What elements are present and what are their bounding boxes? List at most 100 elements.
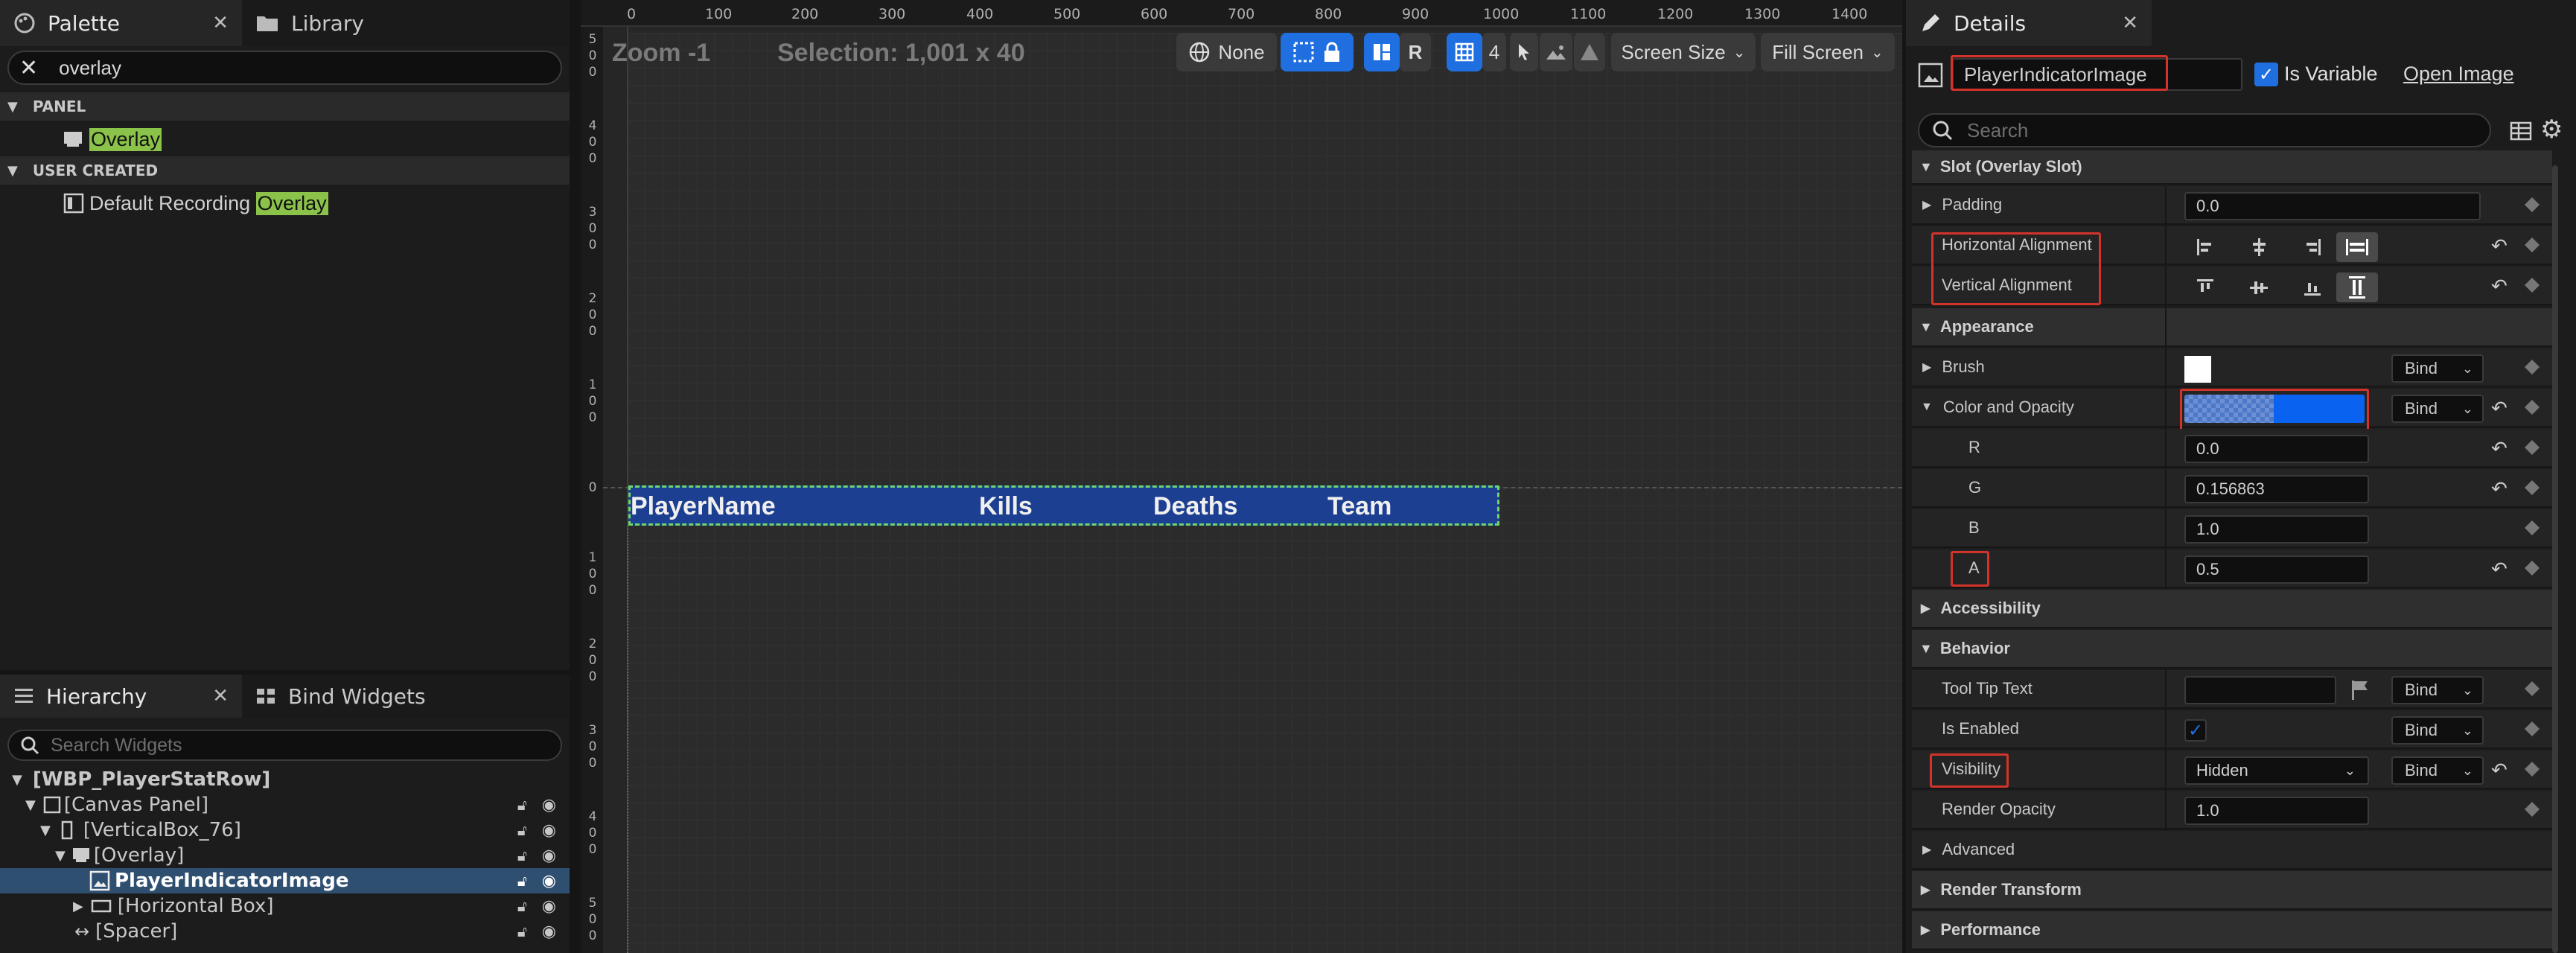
keyframe-icon[interactable] <box>2521 235 2543 258</box>
valign-fill-button[interactable] <box>2336 272 2378 302</box>
close-icon[interactable]: ✕ <box>2122 12 2138 34</box>
fill-screen-dropdown[interactable]: Fill Screen ⌄ <box>1761 33 1895 71</box>
brush-swatch[interactable] <box>2184 356 2211 383</box>
keyframe-icon[interactable] <box>2521 275 2543 298</box>
tree-item-spacer[interactable]: ↔ [Spacer] 🔓︎ ◉ <box>0 919 570 944</box>
tree-item-player-indicator-image[interactable]: PlayerIndicatorImage 🔓︎ ◉ <box>0 868 570 893</box>
tooltip-field[interactable] <box>2184 676 2336 704</box>
details-search[interactable]: Search <box>1918 113 2491 147</box>
category-performance[interactable]: ▶ Performance <box>1912 911 2552 950</box>
safe-zone-button[interactable] <box>1574 33 1605 71</box>
eye-icon[interactable]: ◉ <box>542 897 556 916</box>
color-r-field[interactable]: 0.0 <box>2184 435 2369 463</box>
tab-hierarchy[interactable]: Hierarchy ✕ <box>0 675 242 718</box>
palette-item-overlay[interactable]: Overlay <box>0 124 570 155</box>
color-b-field[interactable]: 1.0 <box>2184 515 2369 544</box>
category-behavior[interactable]: ▼ Behavior <box>1912 630 2552 669</box>
close-icon[interactable]: ✕ <box>212 685 229 707</box>
grid-snap-value[interactable]: 4 <box>1482 33 1506 71</box>
clear-search-icon[interactable]: ✕ <box>19 55 38 81</box>
row-advanced[interactable]: ▶ Advanced <box>1912 831 2552 870</box>
reset-to-default-icon[interactable]: ↶ <box>2491 759 2508 782</box>
lock-icon[interactable]: 🔓︎ <box>517 897 527 915</box>
player-stat-row-preview[interactable]: PlayerName Kills Deaths Team <box>628 485 1499 526</box>
preview-none-button[interactable]: None <box>1176 33 1277 71</box>
lock-icon[interactable]: 🔓︎ <box>517 922 527 940</box>
is-variable-checkbox[interactable]: ✓ <box>2254 63 2278 86</box>
lock-icon[interactable]: 🔓︎ <box>517 821 527 839</box>
keyframe-icon[interactable] <box>2521 800 2543 822</box>
lock-icon[interactable]: 🔓︎ <box>517 872 527 890</box>
valign-bottom-button[interactable] <box>2292 272 2333 302</box>
tab-details[interactable]: Details ✕ <box>1906 0 2152 46</box>
visibility-bind-button[interactable]: Bind ⌄ <box>2391 756 2484 785</box>
details-search-input[interactable]: Search <box>1967 119 2028 142</box>
keyframe-icon[interactable] <box>2521 719 2543 742</box>
lock-icon[interactable]: 🔓︎ <box>517 847 527 864</box>
halign-fill-button[interactable] <box>2336 232 2378 262</box>
padding-field[interactable]: 0.0 <box>2184 192 2481 220</box>
palette-item-default-recording-overlay[interactable]: Default Recording Overlay <box>0 188 570 219</box>
halign-left-button[interactable] <box>2184 232 2226 262</box>
tree-item-overlay[interactable]: ▼ [Overlay] 🔓︎ ◉ <box>0 843 570 868</box>
r-toggle-button[interactable]: R <box>1400 33 1431 71</box>
details-scrollbar[interactable] <box>2552 165 2558 953</box>
keyframe-icon[interactable] <box>2521 518 2543 541</box>
tree-item-horizontal-box[interactable]: ▶ [Horizontal Box] 🔓︎ ◉ <box>0 893 570 919</box>
brush-bind-button[interactable]: Bind ⌄ <box>2391 354 2484 383</box>
flag-icon[interactable] <box>2350 679 2371 701</box>
reset-to-default-icon[interactable]: ↶ <box>2491 235 2508 258</box>
is-enabled-bind-button[interactable]: Bind ⌄ <box>2391 716 2484 745</box>
tree-item-canvas-panel[interactable]: ▼ [Canvas Panel] 🔓︎ ◉ <box>0 792 570 817</box>
eye-icon[interactable]: ◉ <box>542 922 556 941</box>
keyframe-icon[interactable] <box>2521 357 2543 380</box>
section-user-created[interactable]: ▼ USER CREATED <box>0 156 570 185</box>
lock-icon[interactable]: 🔓︎ <box>517 796 527 814</box>
tab-palette[interactable]: Palette ✕ <box>0 0 242 46</box>
grid-snap-button[interactable] <box>1447 33 1482 71</box>
halign-right-button[interactable] <box>2292 232 2333 262</box>
valign-top-button[interactable] <box>2184 272 2226 302</box>
category-render-transform[interactable]: ▶ Render Transform <box>1912 871 2552 910</box>
render-opacity-field[interactable]: 1.0 <box>2184 797 2369 825</box>
section-panel[interactable]: ▼ PANEL <box>0 92 570 121</box>
keyframe-icon[interactable] <box>2521 438 2543 460</box>
keyframe-icon[interactable] <box>2521 478 2543 500</box>
hierarchy-search-input[interactable]: Search Widgets <box>51 735 182 756</box>
halign-center-button[interactable] <box>2238 232 2280 262</box>
keyframe-icon[interactable] <box>2521 398 2543 420</box>
eye-icon[interactable]: ◉ <box>542 796 556 815</box>
palette-search-input[interactable]: overlay <box>59 57 121 80</box>
color-bind-button[interactable]: Bind ⌄ <box>2391 395 2484 423</box>
designer-viewport[interactable]: 0 100 200 300 400 500 600 700 800 900 10… <box>581 0 1902 953</box>
palette-search[interactable]: ✕ overlay <box>7 51 562 85</box>
tree-item-vertical-box[interactable]: ▼ [VerticalBox_76] 🔓︎ ◉ <box>0 817 570 843</box>
reset-to-default-icon[interactable]: ↶ <box>2491 438 2508 460</box>
keyframe-icon[interactable] <box>2521 679 2543 701</box>
keyframe-icon[interactable] <box>2521 759 2543 782</box>
color-g-field[interactable]: 0.156863 <box>2184 475 2369 503</box>
reset-to-default-icon[interactable]: ↶ <box>2491 478 2508 500</box>
tab-library[interactable]: Library <box>242 0 570 46</box>
hierarchy-search[interactable]: Search Widgets <box>7 730 562 761</box>
category-slot[interactable]: ▼ Slot (Overlay Slot) <box>1912 150 2552 185</box>
gear-icon[interactable]: ⚙ <box>2540 115 2563 144</box>
select-tool-button[interactable] <box>1510 33 1538 71</box>
reset-to-default-icon[interactable]: ↶ <box>2491 275 2508 298</box>
keyframe-icon[interactable] <box>2521 195 2543 217</box>
color-a-field[interactable]: 0.5 <box>2184 555 2369 584</box>
valign-center-button[interactable] <box>2238 272 2280 302</box>
respect-locks-button[interactable] <box>1281 33 1354 71</box>
close-icon[interactable]: ✕ <box>212 12 229 34</box>
layout-mode-button[interactable] <box>1364 33 1400 71</box>
property-matrix-icon[interactable] <box>2509 119 2533 143</box>
is-enabled-checkbox[interactable]: ✓ <box>2184 719 2207 742</box>
background-image-button[interactable] <box>1540 33 1572 71</box>
screen-size-dropdown[interactable]: Screen Size ⌄ <box>1611 33 1756 71</box>
eye-icon[interactable]: ◉ <box>542 872 556 890</box>
visibility-dropdown[interactable]: Hidden ⌄ <box>2184 756 2369 785</box>
open-image-link[interactable]: Open Image <box>2403 63 2514 86</box>
category-accessibility[interactable]: ▶ Accessibility <box>1912 590 2552 628</box>
tooltip-bind-button[interactable]: Bind ⌄ <box>2391 676 2484 704</box>
reset-to-default-icon[interactable]: ↶ <box>2491 398 2508 420</box>
